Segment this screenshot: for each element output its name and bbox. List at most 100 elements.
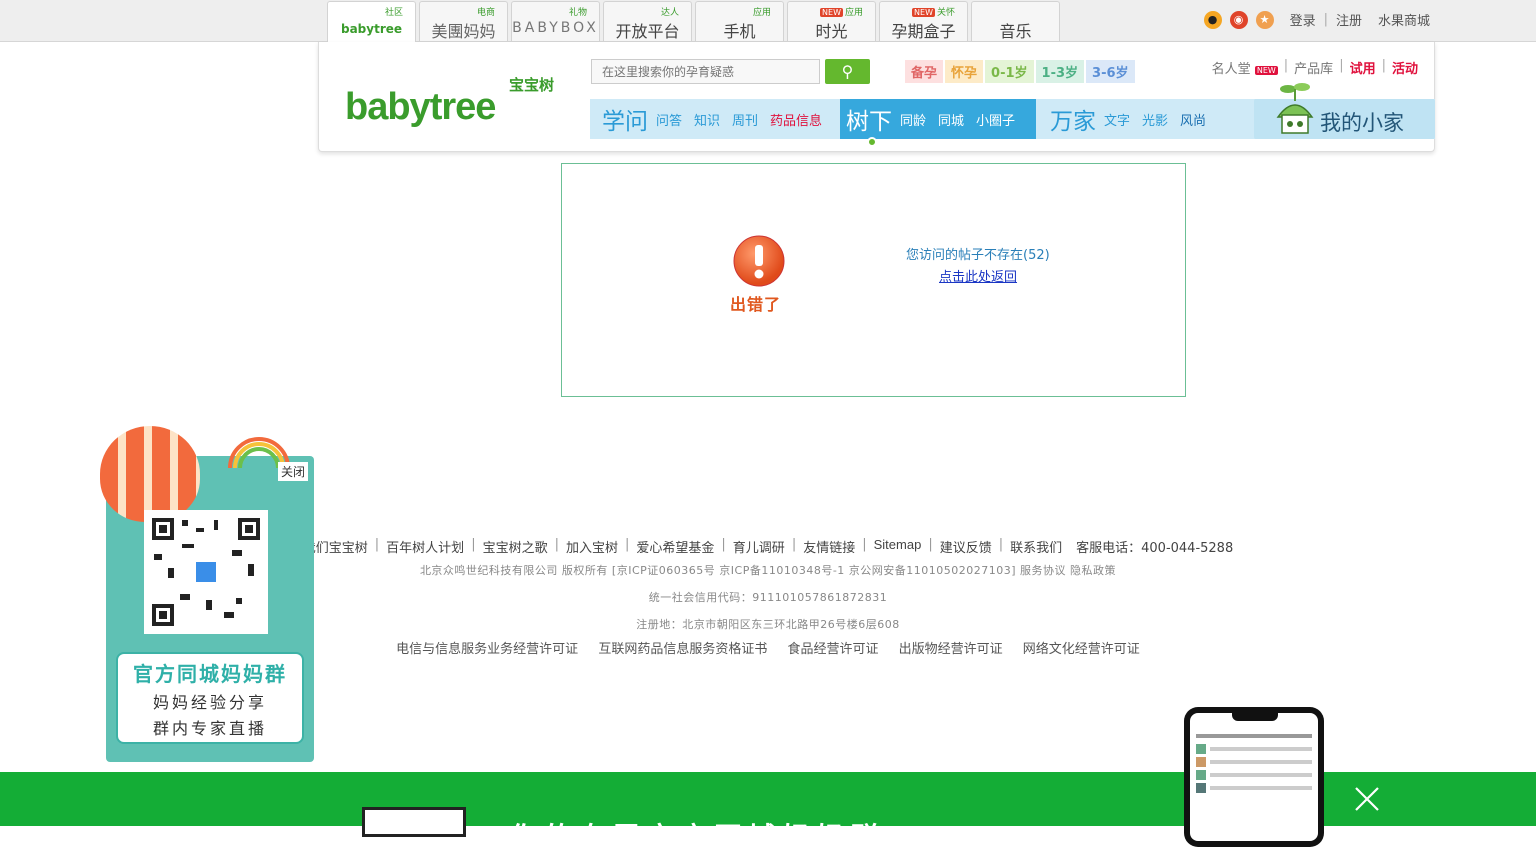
tab-babybox[interactable]: 礼物 BABYBOX <box>511 1 600 41</box>
balloon-icon <box>100 426 200 522</box>
license-link[interactable]: 电信与信息服务业务经营许可证 <box>388 642 586 657</box>
my-home-button[interactable]: 我的小家 <box>1254 83 1435 139</box>
banner-title: 你的专属宝宝同城妈妈群 <box>510 821 885 854</box>
error-label: 出错了 <box>730 295 782 314</box>
top-links: ● ◉ ★ 登录 | 注册 水果商城 <box>1203 10 1430 29</box>
register-link[interactable]: 注册 <box>1336 10 1362 29</box>
tab-meitun[interactable]: 电商 美團妈妈 <box>419 1 508 41</box>
ad-title: 官方同城妈妈群 <box>133 662 287 686</box>
nav-item-text[interactable]: 文字 <box>1104 110 1130 129</box>
logo-en: babytree <box>345 86 496 128</box>
tab-label: 开放平台 <box>615 22 680 41</box>
tab-label: BABYBOX <box>512 20 599 36</box>
license-link[interactable]: 出版物经营许可证 <box>891 642 1011 657</box>
license-link[interactable]: 互联网药品信息服务资格证书 <box>590 642 775 657</box>
tab-tag: NEW 应用 <box>820 8 863 18</box>
activity-link[interactable]: 活动 <box>1392 58 1418 77</box>
site-header: 宝宝树 babytree ⚲ 备孕 怀孕 0-1岁 1-3岁 3-6岁 名人堂 … <box>318 42 1435 152</box>
license-link[interactable]: 食品经营许可证 <box>779 642 886 657</box>
tab-mobile[interactable]: 应用 手机 <box>695 1 784 41</box>
search-icon: ⚲ <box>841 62 854 81</box>
new-badge: NEW <box>912 8 935 17</box>
nav-wanjia[interactable]: 万家 <box>1050 102 1096 136</box>
search-button[interactable]: ⚲ <box>825 59 870 84</box>
footer-link[interactable]: 爱心希望基金 <box>629 537 721 556</box>
stage-0-1[interactable]: 0-1岁 <box>985 60 1034 83</box>
banner-qr-code <box>362 807 466 837</box>
tab-tag: NEW 关怀 <box>912 8 955 18</box>
nav-indicator-dot <box>867 137 877 147</box>
back-link[interactable]: 点击此处返回 <box>939 266 1017 285</box>
tab-tag: 社区 <box>384 8 403 18</box>
nav-item-same-city[interactable]: 同城 <box>938 110 964 129</box>
search-input[interactable] <box>591 59 820 84</box>
tab-label: 时光 <box>815 22 848 41</box>
nav-section-shuxia: 树下 同龄 同城 小圈子 <box>840 99 1036 139</box>
float-ad: 关闭 官方同城妈妈群 妈妈经验分享 群内专家直播 <box>100 426 318 766</box>
ad-line-2: 群内专家直播 <box>152 719 267 738</box>
nav-item-circle[interactable]: 小圈子 <box>976 110 1015 129</box>
qq-icon[interactable]: ● <box>1203 10 1222 29</box>
new-badge: NEW <box>1254 66 1278 75</box>
top-channel-bar: 社区 babytree 电商 美團妈妈 礼物 BABYBOX 达人 开放平台 应… <box>0 0 1536 43</box>
ad-close-button[interactable]: 关闭 <box>278 462 309 481</box>
license-link[interactable]: 网络文化经营许可证 <box>1015 642 1148 657</box>
channel-tabs: 社区 babytree 电商 美團妈妈 礼物 BABYBOX 达人 开放平台 应… <box>327 1 1060 43</box>
tab-music[interactable]: 音乐 <box>971 1 1060 41</box>
nav-item-weekly[interactable]: 周刊 <box>732 110 758 129</box>
tab-tag: 达人 <box>660 8 679 18</box>
nav-section-wanjia: 万家 文字 光影 风尚 <box>1036 99 1256 139</box>
tab-tag: 礼物 <box>568 8 587 18</box>
my-home-label: 我的小家 <box>1320 111 1404 135</box>
ad-slogan: 官方同城妈妈群 妈妈经验分享 群内专家直播 <box>116 652 304 744</box>
footer-link[interactable]: 加入宝树 <box>559 537 625 556</box>
tab-timeline[interactable]: NEW 应用 时光 <box>787 1 876 41</box>
trial-link[interactable]: 试用 <box>1350 58 1376 77</box>
footer-link[interactable]: 百年树人计划 <box>379 537 471 556</box>
stage-links: 备孕 怀孕 0-1岁 1-3岁 3-6岁 <box>905 60 1135 83</box>
qr-code[interactable] <box>144 510 268 634</box>
taobao-icon[interactable]: ★ <box>1255 10 1274 29</box>
fruit-shop-link[interactable]: 水果商城 <box>1378 10 1430 29</box>
nav-item-qa[interactable]: 问答 <box>656 110 682 129</box>
nav-shuxia[interactable]: 树下 <box>846 102 892 136</box>
babytree-logo[interactable]: 宝宝树 babytree <box>345 72 565 132</box>
stage-pregnant[interactable]: 怀孕 <box>945 60 984 83</box>
nav-section-xuewen: 学问 问答 知识 周刊 药品信息 <box>590 99 840 139</box>
nav-item-style[interactable]: 风尚 <box>1180 110 1206 129</box>
nav-xuewen[interactable]: 学问 <box>602 102 648 136</box>
logo-cn: 宝宝树 <box>509 76 555 94</box>
plant-house-icon <box>1276 83 1314 134</box>
phone-mockup <box>1184 707 1324 847</box>
error-panel: 出错了 您访问的帖子不存在(52) 点击此处返回 <box>561 163 1186 397</box>
chat-icon <box>194 560 218 584</box>
footer-link[interactable]: 育儿调研 <box>726 537 792 556</box>
products-link[interactable]: 产品库 <box>1294 58 1333 77</box>
nav-item-drugs[interactable]: 药品信息 <box>770 110 822 129</box>
tab-pregnancy-box[interactable]: NEW 关怀 孕期盒子 <box>879 1 968 41</box>
stage-1-3[interactable]: 1-3岁 <box>1035 60 1085 83</box>
close-icon[interactable] <box>1352 784 1382 814</box>
tab-label: 孕期盒子 <box>891 22 956 41</box>
tab-label: 美團妈妈 <box>431 22 496 41</box>
footer-link[interactable]: Sitemap <box>867 537 929 556</box>
tab-open-platform[interactable]: 达人 开放平台 <box>603 1 692 41</box>
phone-screen <box>1190 713 1318 841</box>
error-message: 您访问的帖子不存在(52) <box>906 248 1050 263</box>
stage-3-6[interactable]: 3-6岁 <box>1086 60 1135 83</box>
tab-tag: 电商 <box>476 8 495 18</box>
footer-link[interactable]: 友情链接 <box>796 537 862 556</box>
tab-label: babytree <box>340 22 403 36</box>
stage-prep[interactable]: 备孕 <box>905 60 944 83</box>
fame-link[interactable]: 名人堂 NEW <box>1212 58 1278 77</box>
login-link[interactable]: 登录 <box>1290 10 1316 29</box>
tab-tag: 应用 <box>752 8 771 18</box>
footer-link[interactable]: 联系我们 <box>1003 537 1069 556</box>
footer-link[interactable]: 建议反馈 <box>933 537 999 556</box>
nav-item-same-age[interactable]: 同龄 <box>900 110 926 129</box>
weibo-icon[interactable]: ◉ <box>1229 10 1248 29</box>
footer-link[interactable]: 宝宝树之歌 <box>476 537 555 556</box>
nav-item-knowledge[interactable]: 知识 <box>694 110 720 129</box>
tab-community[interactable]: 社区 babytree <box>327 1 416 43</box>
nav-item-photo[interactable]: 光影 <box>1142 110 1168 129</box>
